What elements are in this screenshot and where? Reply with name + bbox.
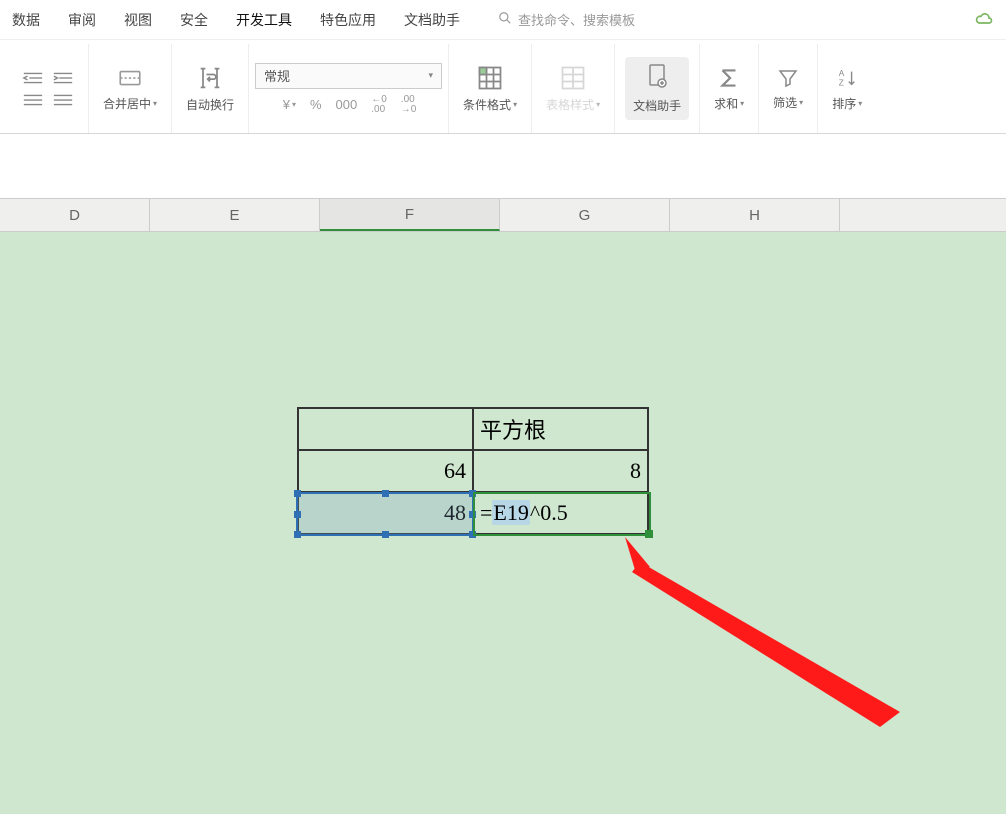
cell-f18[interactable]: 8 — [473, 450, 648, 492]
col-header-f[interactable]: F — [320, 199, 500, 231]
ribbon-toolbar: 合并居中▾ 自动换行 常规 ▾ ¥▾ % 000 ←0 .00 .00 →0 条… — [0, 40, 1006, 134]
cell-e17[interactable] — [298, 408, 473, 450]
comma-style-button[interactable]: 000 — [336, 95, 358, 115]
data-table: 平方根 64 8 48 =E19^0.5 — [297, 407, 649, 535]
indent-align-group — [8, 44, 89, 133]
sort-group: AZ 排序▾ — [818, 44, 876, 133]
spreadsheet-grid[interactable]: 平方根 64 8 48 =E19^0.5 — [0, 232, 1006, 814]
doc-helper-button[interactable]: 文档助手 — [625, 57, 689, 120]
tab-dev-tools[interactable]: 开发工具 — [236, 10, 292, 30]
merge-group: 合并居中▾ — [89, 44, 172, 133]
col-header-d[interactable]: D — [0, 199, 150, 231]
cloud-sync-icon[interactable] — [974, 8, 994, 31]
cell-f17-header[interactable]: 平方根 — [473, 408, 648, 450]
table-style-group: 表格样式▾ — [532, 44, 615, 133]
decrease-decimal-button[interactable]: .00 →0 — [401, 95, 417, 115]
formula-prefix: = — [480, 500, 492, 525]
svg-text:Z: Z — [839, 78, 844, 87]
svg-text:A: A — [839, 69, 845, 78]
search-icon — [498, 11, 512, 28]
cond-format-group: 条件格式▾ — [449, 44, 532, 133]
currency-button[interactable]: ¥▾ — [283, 95, 296, 115]
search-placeholder: 查找命令、搜索模板 — [518, 10, 635, 29]
tab-data[interactable]: 数据 — [12, 10, 40, 30]
tab-review[interactable]: 审阅 — [68, 10, 96, 30]
increase-decimal-button[interactable]: ←0 .00 — [371, 95, 387, 115]
formula-cell-ref: E19 — [492, 500, 529, 525]
tab-view[interactable]: 视图 — [124, 10, 152, 30]
number-format-select[interactable]: 常规 ▾ — [255, 63, 442, 89]
col-header-h[interactable]: H — [670, 199, 840, 231]
ribbon-tabs: 数据 审阅 视图 安全 开发工具 特色应用 文档助手 查找命令、搜索模板 — [0, 0, 1006, 40]
sort-button[interactable]: AZ 排序▾ — [828, 63, 866, 114]
wrap-group: 自动换行 — [172, 44, 249, 133]
merge-center-button[interactable]: 合并居中▾ — [99, 63, 161, 114]
number-format-group: 常规 ▾ ¥▾ % 000 ←0 .00 .00 →0 — [249, 44, 449, 133]
doc-helper-group: 文档助手 — [615, 44, 700, 133]
col-header-rest — [840, 199, 1006, 231]
col-header-e[interactable]: E — [150, 199, 320, 231]
command-search[interactable]: 查找命令、搜索模板 — [498, 10, 635, 29]
formula-suffix: ^0.5 — [530, 500, 568, 525]
table-style-button[interactable]: 表格样式▾ — [542, 62, 604, 115]
sum-button[interactable]: 求和▾ — [710, 63, 748, 114]
chevron-down-icon: ▾ — [429, 70, 434, 81]
column-headers: D E F G H — [0, 198, 1006, 232]
percent-button[interactable]: % — [310, 95, 322, 115]
conditional-format-button[interactable]: 条件格式▾ — [459, 62, 521, 115]
col-header-g[interactable]: G — [500, 199, 670, 231]
cell-f19-editing[interactable]: =E19^0.5 — [473, 492, 648, 534]
tab-security[interactable]: 安全 — [180, 10, 208, 30]
number-format-buttons: ¥▾ % 000 ←0 .00 .00 →0 — [281, 95, 417, 115]
cell-e18[interactable]: 64 — [298, 450, 473, 492]
cell-e19[interactable]: 48 — [298, 492, 473, 534]
filter-button[interactable]: 筛选▾ — [769, 64, 807, 113]
tab-doc-helper[interactable]: 文档助手 — [404, 10, 460, 30]
auto-wrap-button[interactable]: 自动换行 — [182, 62, 238, 115]
sum-group: 求和▾ — [700, 44, 759, 133]
formula-bar-area — [0, 134, 1006, 198]
indent-buttons[interactable] — [18, 68, 78, 110]
tab-special[interactable]: 特色应用 — [320, 10, 376, 30]
filter-group: 筛选▾ — [759, 44, 818, 133]
